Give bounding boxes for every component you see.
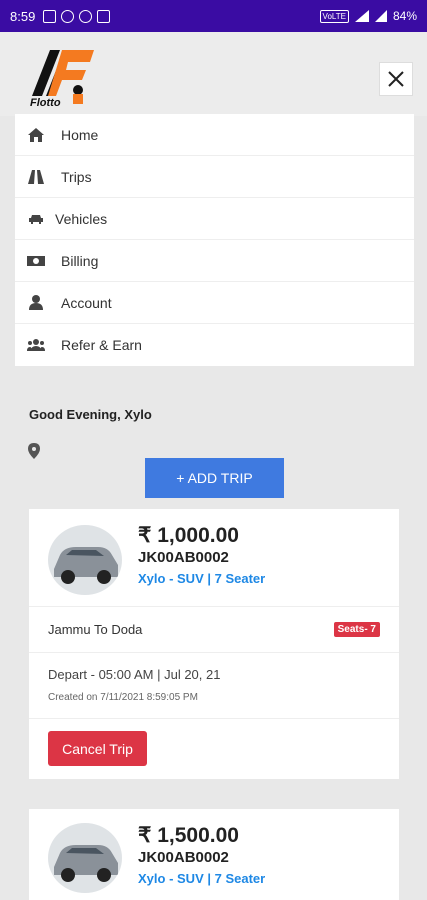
vehicle-model: Xylo - SUV | 7 Seater [138, 871, 266, 886]
close-icon [388, 71, 404, 87]
greeting-text: Good Evening, Xylo [29, 407, 152, 422]
user-icon [27, 294, 45, 312]
menu-item-trips[interactable]: Trips [15, 156, 414, 198]
depart-time: Depart - 05:00 AM | Jul 20, 21 [48, 667, 221, 682]
money-icon [27, 252, 45, 270]
created-timestamp: Created on 7/11/2021 8:59:05 PM [48, 692, 198, 703]
notification-icon [79, 9, 93, 23]
location-pin-icon [28, 443, 40, 459]
road-icon [27, 168, 45, 186]
add-trip-button[interactable]: + ADD TRIP [145, 458, 284, 498]
battery-percent: 84% [392, 9, 417, 23]
menu-item-label: Vehicles [55, 210, 108, 227]
trip-card-header: ₹ 1,000.00 JK00AB0002 Xylo - SUV | 7 Sea… [29, 509, 399, 607]
menu-item-billing[interactable]: Billing [15, 240, 414, 282]
menu-item-label: Account [61, 294, 112, 311]
menu-item-home[interactable]: Home [15, 114, 414, 156]
menu-item-label: Trips [61, 168, 92, 185]
car-icon [27, 210, 45, 228]
vehicle-model: Xylo - SUV | 7 Seater [138, 571, 266, 586]
wifi-signal-icon [354, 10, 369, 22]
notification-icon [43, 9, 57, 23]
close-menu-button[interactable] [379, 62, 413, 96]
cell-signal-icon [374, 10, 387, 22]
home-icon [27, 126, 45, 144]
cancel-trip-button[interactable]: Cancel Trip [48, 731, 147, 766]
notification-icon [61, 9, 75, 23]
car-image [48, 525, 122, 595]
menu-item-label: Home [61, 126, 99, 143]
logo-text: Flotto [30, 97, 61, 109]
volte-badge: VoLTE [319, 9, 349, 23]
trip-actions: Cancel Trip [29, 719, 399, 779]
trip-route: Jammu To Doda [48, 622, 143, 637]
trip-price: ₹ 1,500.00 [138, 824, 239, 847]
trip-card-header: ₹ 1,500.00 JK00AB0002 Xylo - SUV | 7 Sea… [29, 809, 399, 900]
app-header: Flotto [0, 32, 427, 116]
menu-item-account[interactable]: Account [15, 282, 414, 324]
trip-card: ₹ 1,500.00 JK00AB0002 Xylo - SUV | 7 Sea… [29, 809, 399, 900]
status-bar: 8:59 VoLTE 84% [0, 0, 427, 32]
vehicle-registration: JK00AB0002 [138, 549, 229, 566]
trip-card: ₹ 1,000.00 JK00AB0002 Xylo - SUV | 7 Sea… [29, 509, 399, 779]
notification-icon [97, 9, 111, 23]
status-time: 8:59 [10, 8, 36, 24]
trip-route-row: Jammu To Doda Seats- 7 [29, 607, 399, 653]
nav-menu: Home Trips Vehicles Billing Account Refe… [15, 114, 414, 366]
vehicle-registration: JK00AB0002 [138, 849, 229, 866]
seats-badge: Seats- 7 [333, 622, 380, 637]
car-image [48, 823, 122, 893]
menu-item-label: Billing [61, 252, 99, 269]
trip-timing: Depart - 05:00 AM | Jul 20, 21 Created o… [29, 653, 399, 719]
trip-price: ₹ 1,000.00 [138, 524, 239, 547]
menu-item-vehicles[interactable]: Vehicles [15, 198, 414, 240]
users-icon [27, 336, 45, 354]
menu-item-label: Refer & Earn [61, 337, 142, 353]
menu-item-refer[interactable]: Refer & Earn [15, 324, 414, 366]
